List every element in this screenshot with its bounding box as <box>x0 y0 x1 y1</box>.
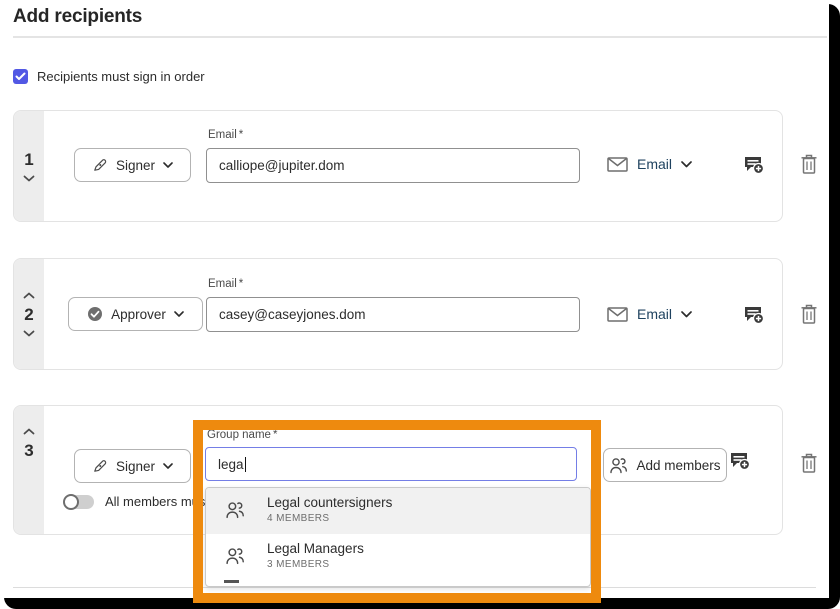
recipient-1-number: 1 <box>24 151 33 168</box>
recipient-2-delivery-label: Email <box>637 306 672 322</box>
recipient-3-role-selector[interactable]: Signer <box>74 449 191 483</box>
required-marker: * <box>239 278 243 290</box>
delete-recipient-2-button[interactable] <box>798 303 820 325</box>
all-members-toggle-label: All members must <box>105 494 209 509</box>
pen-icon <box>92 458 108 474</box>
group-icon <box>225 547 245 565</box>
group-name-value: lega <box>218 457 244 472</box>
text-cursor <box>245 457 246 472</box>
recipient-1-delivery-selector[interactable]: Email <box>607 156 692 172</box>
recipient-2-order-strip: 2 <box>14 259 44 369</box>
recipient-1-email-input[interactable]: calliope@jupiter.dom <box>206 148 580 183</box>
group-member-count: 4 MEMBERS <box>267 513 392 524</box>
move-up-button[interactable] <box>23 428 35 435</box>
add-message-icon <box>742 153 764 175</box>
all-members-toggle-row: All members must <box>64 494 209 509</box>
screenshot-frame: Add recipients Recipients must sign in o… <box>0 0 840 609</box>
recipient-1-role-selector[interactable]: Signer <box>74 148 191 182</box>
group-icon <box>225 501 245 519</box>
move-down-button[interactable] <box>23 330 35 337</box>
group-name: Legal Managers <box>267 541 364 556</box>
move-up-button[interactable] <box>23 292 35 299</box>
recipient-2-email-label: Email* <box>208 278 243 290</box>
required-marker: * <box>239 129 243 141</box>
recipient-1-role-label: Signer <box>116 158 155 173</box>
group-suggestions-dropdown: Legal countersigners 4 MEMBERS Legal Man… <box>205 487 591 587</box>
group-name-input[interactable]: lega <box>205 447 577 481</box>
check-icon <box>15 72 26 81</box>
add-members-label: Add members <box>636 458 720 473</box>
recipient-1-delivery-label: Email <box>637 156 672 172</box>
recipient-2-role-selector[interactable]: Approver <box>68 297 203 331</box>
all-members-toggle[interactable] <box>64 495 94 509</box>
recipient-card-2: 2 Approver Email* casey@caseyjones.dom E… <box>13 258 783 370</box>
recipient-2-email-input[interactable]: casey@caseyjones.dom <box>206 297 580 332</box>
recipient-1-email-label: Email* <box>208 129 243 141</box>
approver-check-circle-icon <box>87 306 103 322</box>
chevron-down-icon <box>163 162 173 168</box>
page-title: Add recipients <box>13 6 142 28</box>
recipient-3-role-label: Signer <box>116 459 155 474</box>
group-member-count: 3 MEMBERS <box>267 559 364 570</box>
recipient-2-delivery-selector[interactable]: Email <box>607 306 692 322</box>
trash-icon <box>800 304 818 325</box>
recipient-2-number: 2 <box>24 306 33 323</box>
sign-in-order-checkbox[interactable] <box>13 69 28 84</box>
add-private-message-button[interactable] <box>728 449 750 471</box>
chevron-down-icon <box>681 161 692 168</box>
toggle-knob <box>63 494 79 510</box>
required-marker: * <box>273 429 277 441</box>
pen-icon <box>92 157 108 173</box>
group-name-label: Group name* <box>207 429 277 441</box>
delete-recipient-1-button[interactable] <box>798 153 820 175</box>
dropdown-scrollbar-thumb[interactable] <box>224 580 239 583</box>
chevron-down-icon <box>681 311 692 318</box>
chevron-down-icon <box>163 463 173 469</box>
move-down-button[interactable] <box>23 175 35 182</box>
recipient-3-number: 3 <box>24 442 33 459</box>
sign-in-order-label: Recipients must sign in order <box>37 69 205 84</box>
add-members-button[interactable]: Add members <box>603 448 727 482</box>
add-private-message-button[interactable] <box>742 303 764 325</box>
sign-in-order-row: Recipients must sign in order <box>13 69 205 84</box>
recipient-3-order-strip: 3 <box>14 406 44 534</box>
group-suggestion-item[interactable]: Legal Managers 3 MEMBERS <box>206 534 590 580</box>
group-icon <box>609 457 628 474</box>
add-message-icon <box>728 449 750 471</box>
delete-recipient-3-button[interactable] <box>798 452 820 474</box>
recipient-card-1: 1 Signer Email* calliope@jupiter.dom Ema… <box>13 110 783 222</box>
title-divider <box>13 36 827 38</box>
group-name: Legal countersigners <box>267 495 392 510</box>
trash-icon <box>800 154 818 175</box>
trash-icon <box>800 453 818 474</box>
section-divider <box>13 587 816 588</box>
recipient-1-order-strip: 1 <box>14 111 44 221</box>
add-private-message-button[interactable] <box>742 153 764 175</box>
add-message-icon <box>742 303 764 325</box>
recipient-2-role-label: Approver <box>111 307 166 322</box>
chevron-down-icon <box>174 311 184 317</box>
group-suggestion-item[interactable]: Legal countersigners 4 MEMBERS <box>206 488 590 534</box>
add-recipients-panel: Add recipients Recipients must sign in o… <box>0 0 829 598</box>
envelope-icon <box>607 157 628 172</box>
envelope-icon <box>607 307 628 322</box>
